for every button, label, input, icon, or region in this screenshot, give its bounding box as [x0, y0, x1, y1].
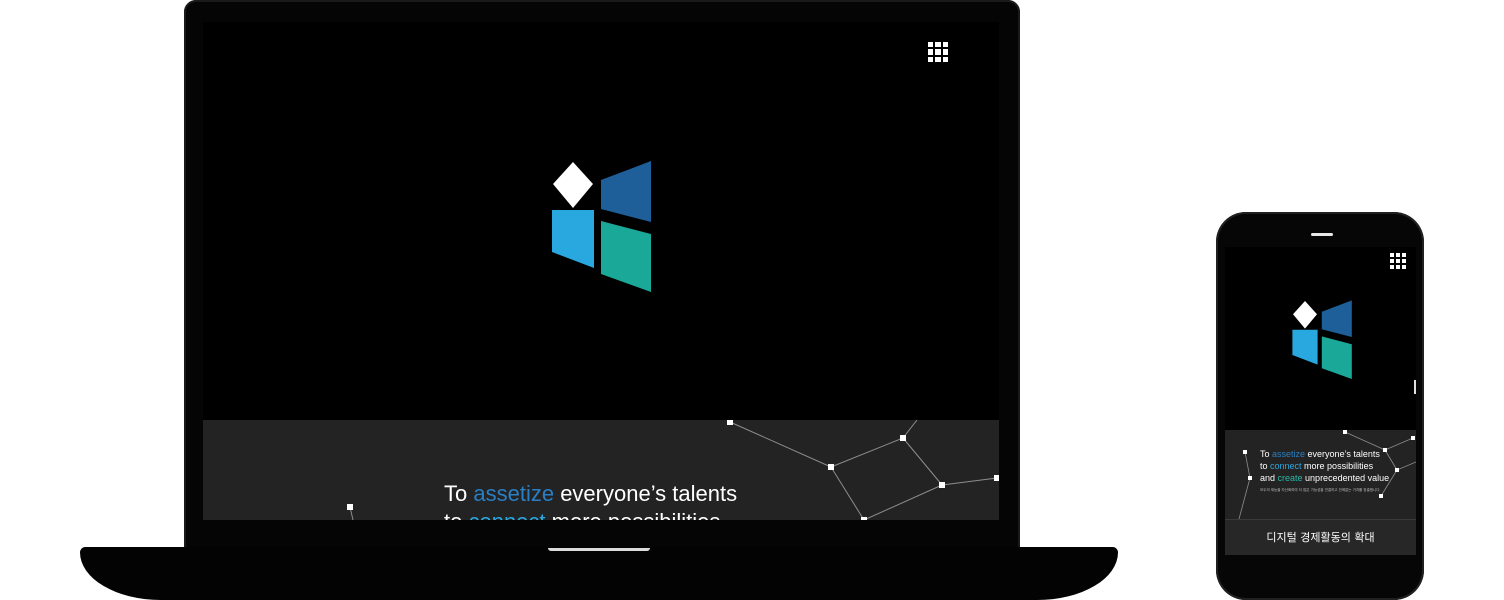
phone-footer-section-title[interactable]: 디지털 경제활동의 확대 — [1225, 519, 1416, 555]
phone-speaker — [1311, 233, 1333, 236]
tagline-text: To — [1260, 449, 1273, 459]
tagline-line-1: To assetize everyone’s talents — [1260, 448, 1389, 460]
tagline-text: unprecedented value — [1302, 473, 1390, 483]
tagline-text: to — [444, 509, 468, 520]
tagline-accent-connect: connect — [468, 509, 545, 520]
tagline-text: and — [1260, 473, 1278, 483]
phone-tagline: To assetize everyone’s talents to connec… — [1260, 448, 1389, 484]
laptop-tagline: To assetize everyone’s talents to connec… — [444, 480, 737, 520]
tagline-text: more possibilities — [546, 509, 721, 520]
tagline-text: to — [1260, 461, 1271, 471]
phone-side-button — [1414, 380, 1416, 394]
tagline-line-3: and create unprecedented value — [1260, 472, 1389, 484]
tagline-text: more possibilities — [1301, 461, 1374, 471]
tagline-accent-assetize: assetize — [473, 481, 555, 506]
tagline-fine-print: 모두의 재능을 자산화하여 더 많은 가능성을 연결하고 전에없는 가치를 창출… — [1260, 488, 1381, 492]
tagline-text: everyone’s talents — [1305, 449, 1380, 459]
tagline-line-2: to connect more possibilities — [444, 508, 737, 520]
tagline-accent-assetize: assetize — [1272, 449, 1306, 459]
tagline-text: everyone’s talents — [554, 481, 738, 506]
grid-menu-icon[interactable] — [928, 42, 948, 62]
tagline-accent-connect: connect — [1270, 461, 1302, 471]
tagline-band: To assetize everyone’s talents to connec… — [203, 420, 999, 520]
tagline-line-2: to connect more possibilities — [1260, 460, 1389, 472]
window-logo-icon — [552, 161, 651, 292]
laptop-notch — [548, 548, 650, 551]
tagline-line-1: To assetize everyone’s talents — [444, 480, 737, 508]
tagline-band: To assetize everyone’s talents to connec… — [1225, 430, 1416, 519]
laptop-base — [80, 547, 1118, 600]
laptop-screen: To assetize everyone’s talents to connec… — [203, 22, 999, 520]
tagline-text: To — [444, 481, 474, 506]
grid-menu-icon[interactable] — [1390, 253, 1406, 269]
tagline-accent-create: create — [1277, 473, 1303, 483]
phone-screen: To assetize everyone’s talents to connec… — [1225, 247, 1416, 555]
window-logo-icon — [1292, 300, 1352, 379]
